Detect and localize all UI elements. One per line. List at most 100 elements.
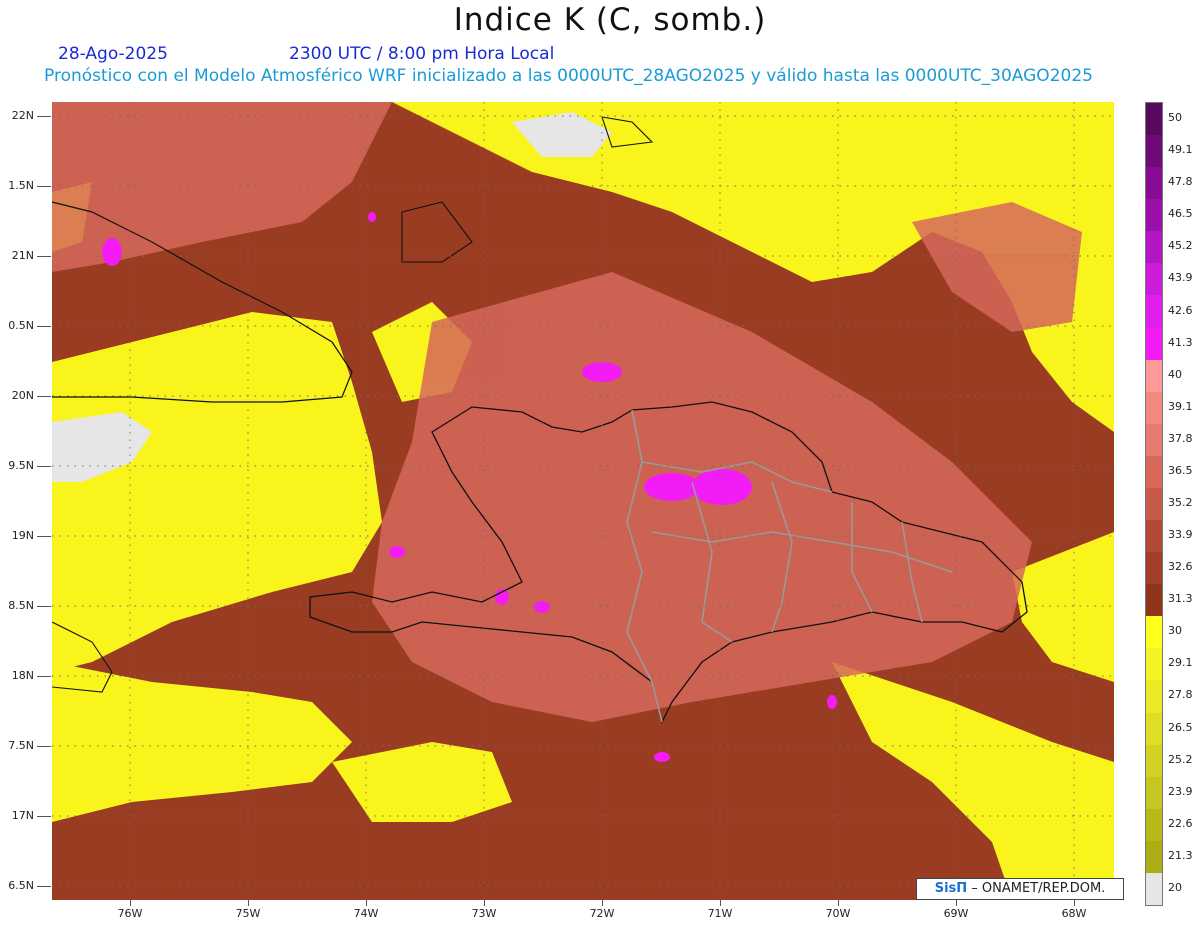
colorbar-label: 30 xyxy=(1168,624,1182,638)
longitude-label: 69W xyxy=(943,907,969,920)
colorbar-label: 33.9 xyxy=(1168,528,1193,542)
map-canvas xyxy=(52,102,1114,900)
colorbar-segment xyxy=(1146,776,1162,810)
colorbar-segment xyxy=(1146,103,1162,136)
colorbar-segment xyxy=(1146,263,1162,296)
colorbar-segment xyxy=(1146,455,1162,489)
colorbar-segment xyxy=(1146,808,1162,842)
colorbar-label: 42.6 xyxy=(1168,303,1193,317)
colorbar-segment xyxy=(1146,167,1162,200)
colorbar-segment xyxy=(1146,135,1162,168)
colorbar-label: 43.9 xyxy=(1168,271,1193,285)
longitude-tick xyxy=(366,900,367,906)
forecast-time: 2300 UTC / 8:00 pm Hora Local xyxy=(289,44,555,64)
colorbar-label: 36.5 xyxy=(1168,463,1193,477)
colorbar-label: 27.8 xyxy=(1168,688,1193,702)
colorbar-label: 46.5 xyxy=(1168,207,1193,221)
latitude-label: 21N xyxy=(11,249,34,262)
longitude-tick xyxy=(248,900,249,906)
colorbar-segment xyxy=(1146,520,1162,553)
latitude-tick xyxy=(37,116,51,117)
forecast-date: 28-Ago-2025 xyxy=(58,44,168,64)
latitude-tick xyxy=(37,326,51,327)
colorbar-segment xyxy=(1146,680,1162,714)
k-index-map xyxy=(52,102,1114,900)
latitude-tick xyxy=(37,886,51,887)
colorbar-label: 26.5 xyxy=(1168,720,1193,734)
colorbar-label: 40 xyxy=(1168,367,1182,381)
forecast-description: Pronóstico con el Modelo Atmosférico WRF… xyxy=(44,66,1093,86)
latitude-label: 9.5N xyxy=(8,459,34,472)
longitude-label: 71W xyxy=(707,907,733,920)
longitude-label: 70W xyxy=(825,907,851,920)
longitude-tick xyxy=(484,900,485,906)
colorbar-label: 31.3 xyxy=(1168,592,1193,606)
colorbar-segment xyxy=(1146,840,1162,874)
latitude-tick xyxy=(37,536,51,537)
latitude-tick xyxy=(37,186,51,187)
colorbar-segment xyxy=(1146,648,1162,681)
latitude-tick xyxy=(37,676,51,677)
latitude-tick xyxy=(37,816,51,817)
colorbar-segment xyxy=(1146,584,1162,617)
colorbar-label: 25.2 xyxy=(1168,752,1193,766)
latitude-label: 20N xyxy=(11,389,34,402)
longitude-label: 73W xyxy=(471,907,497,920)
colorbar-label: 39.1 xyxy=(1168,399,1193,413)
colorbar-segment xyxy=(1146,359,1162,393)
longitude-tick xyxy=(130,900,131,906)
colorbar-label: 22.6 xyxy=(1168,816,1193,830)
latitude-label: 1.5N xyxy=(8,179,34,192)
latitude-label: 0.5N xyxy=(8,319,34,332)
longitude-tick xyxy=(720,900,721,906)
latitude-label: 17N xyxy=(11,809,34,822)
colorbar-label: 29.1 xyxy=(1168,656,1193,670)
colorbar-segment xyxy=(1146,199,1162,232)
latitude-label: 6.5N xyxy=(8,879,34,892)
latitude-tick xyxy=(37,396,51,397)
colorbar-label: 37.8 xyxy=(1168,431,1193,445)
colorbar-label: 41.3 xyxy=(1168,335,1193,349)
colorbar-segment xyxy=(1146,712,1162,746)
colorbar-segment xyxy=(1146,231,1162,264)
latitude-label: 18N xyxy=(11,669,34,682)
latitude-label: 8.5N xyxy=(8,599,34,612)
longitude-label: 74W xyxy=(353,907,379,920)
longitude-label: 72W xyxy=(589,907,615,920)
colorbar-segment xyxy=(1146,616,1162,649)
longitude-tick xyxy=(838,900,839,906)
latitude-label: 19N xyxy=(11,529,34,542)
colorbar-segment xyxy=(1146,487,1162,521)
latitude-tick xyxy=(37,606,51,607)
latitude-tick xyxy=(37,746,51,747)
colorbar-segment xyxy=(1146,295,1162,329)
colorbar-label: 35.2 xyxy=(1168,496,1193,509)
longitude-label: 75W xyxy=(235,907,261,920)
colorbar-segment xyxy=(1146,423,1162,457)
latitude-tick xyxy=(37,256,51,257)
credit-text: – ONAMET/REP.DOM. xyxy=(967,881,1106,896)
longitude-tick xyxy=(1074,900,1075,906)
colorbar-segment xyxy=(1146,744,1162,778)
longitude-tick xyxy=(956,900,957,906)
colorbar-segment xyxy=(1146,327,1162,361)
colorbar-label: 32.6 xyxy=(1168,560,1193,574)
colorbar-label: 23.9 xyxy=(1168,784,1193,798)
latitude-label: 7.5N xyxy=(8,739,34,752)
colorbar-label: 49.1 xyxy=(1168,143,1193,157)
longitude-tick xyxy=(602,900,603,906)
colorbar-label: 45.2 xyxy=(1168,239,1193,253)
colorbar-label: 21.3 xyxy=(1168,848,1193,862)
colorbar-segment xyxy=(1146,552,1162,585)
credit-box: SisΠ – ONAMET/REP.DOM. xyxy=(916,878,1124,900)
colorbar-segment xyxy=(1146,872,1162,906)
longitude-label: 68W xyxy=(1061,907,1087,920)
credit-brand: SisΠ xyxy=(934,881,968,896)
colorbar-label: 47.8 xyxy=(1168,175,1193,189)
colorbar xyxy=(1145,102,1163,906)
colorbar-segment xyxy=(1146,391,1162,425)
colorbar-label: 50 xyxy=(1168,111,1182,125)
latitude-tick xyxy=(37,466,51,467)
latitude-label: 22N xyxy=(11,109,34,122)
map-title: Indice K (C, somb.) xyxy=(453,2,767,38)
